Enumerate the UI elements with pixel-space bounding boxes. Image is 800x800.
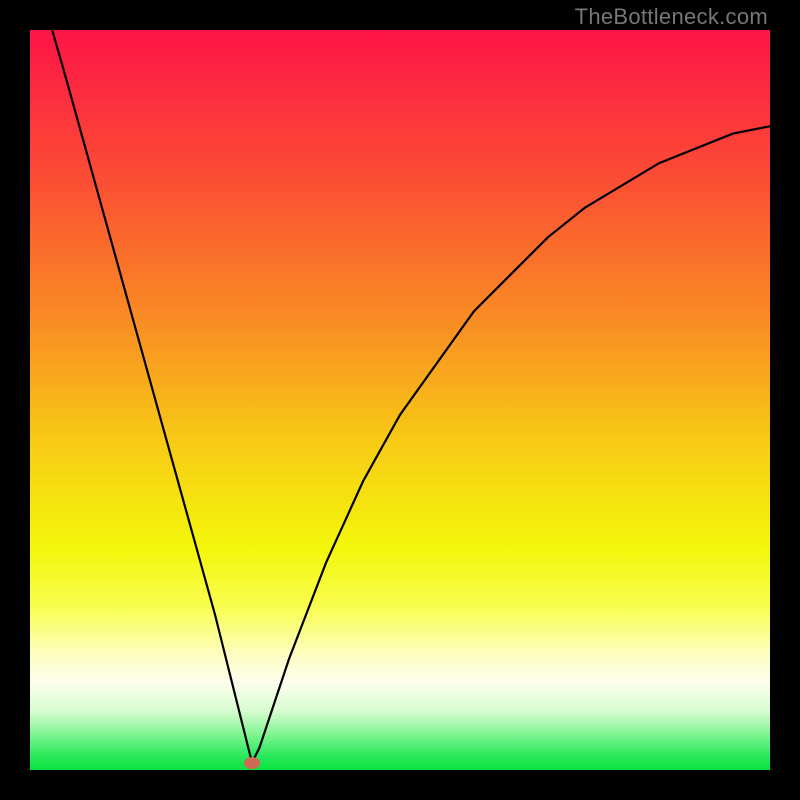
chart-frame: TheBottleneck.com xyxy=(0,0,800,800)
bottleneck-curve xyxy=(30,30,770,770)
watermark-text: TheBottleneck.com xyxy=(575,4,768,30)
plot-area xyxy=(30,30,770,770)
optimal-point-marker xyxy=(244,757,260,769)
